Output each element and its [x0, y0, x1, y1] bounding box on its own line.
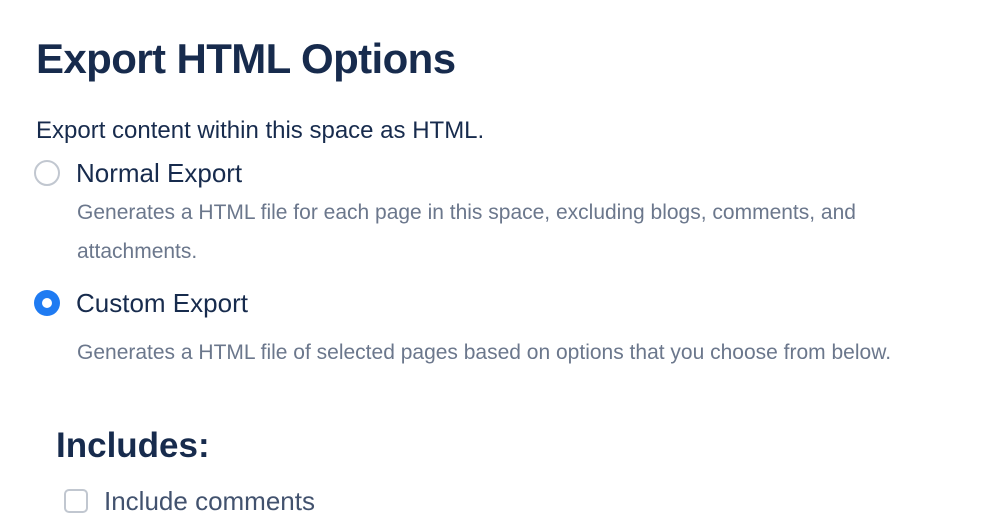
intro-text: Export content within this space as HTML… [36, 117, 485, 144]
include-comments-option[interactable]: Include comments [64, 484, 315, 518]
custom-export-description: Generates a HTML file of selected pages … [77, 341, 892, 364]
includes-heading: Includes: [56, 426, 210, 465]
normal-export-label[interactable]: Normal Export [76, 156, 242, 190]
include-comments-label[interactable]: Include comments [104, 484, 315, 518]
include-comments-checkbox[interactable] [64, 489, 88, 513]
radio-selected-dot [42, 298, 52, 308]
normal-export-radio[interactable] [34, 160, 60, 186]
normal-export-description: Generates a HTML file for each page in t… [77, 201, 856, 263]
normal-export-option[interactable]: Normal Export [34, 156, 242, 190]
custom-export-option[interactable]: Custom Export [34, 286, 248, 320]
export-html-options-page: Export HTML Options Export content withi… [0, 0, 984, 528]
page-title: Export HTML Options [36, 35, 456, 82]
custom-export-radio[interactable] [34, 290, 60, 316]
custom-export-label[interactable]: Custom Export [76, 286, 248, 320]
